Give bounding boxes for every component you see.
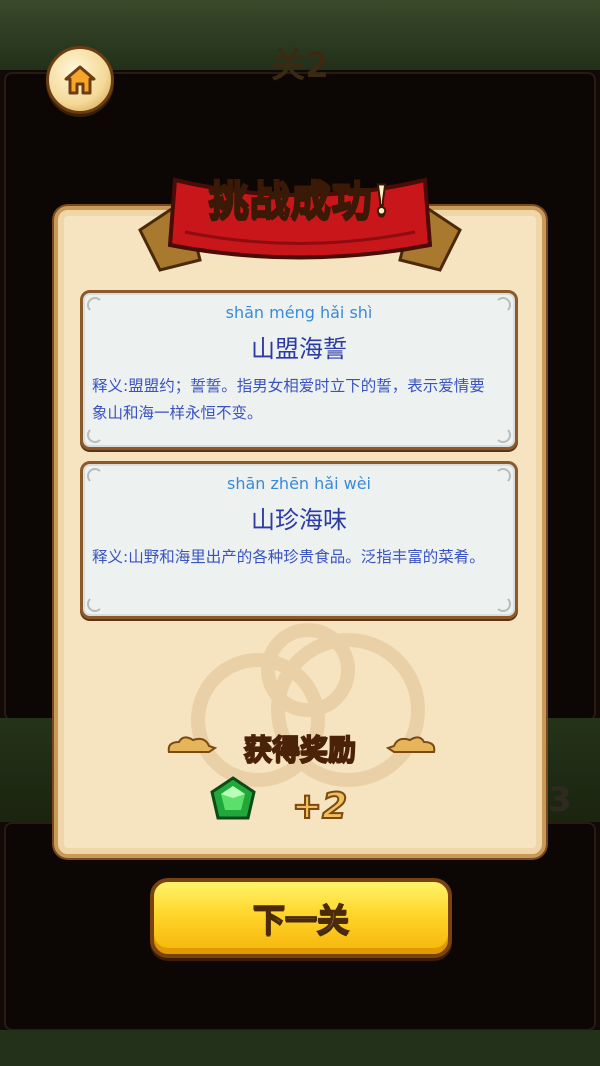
idiom-explanation: 释义:山野和海里出产的各种珍贵食品。泛指丰富的菜肴。	[92, 548, 485, 566]
reward-title: 获得奖励	[243, 732, 357, 767]
home-icon	[64, 65, 96, 95]
idiom-card: shān zhēn hǎi wèi 山珍海味 释义:山野和海里出产的各种珍贵食品…	[80, 461, 518, 619]
dialog-title: 挑战成功!	[208, 176, 392, 225]
next-level-button[interactable]: 下一关	[150, 878, 452, 958]
idiom-text: 山珍海味	[251, 506, 347, 534]
background-bottom-strip	[0, 1030, 600, 1066]
idiom-explanation: 释义:盟盟约；誓誓。指男女相爱时立下的誓，表示爱情要象山和海一样永恒不变。	[92, 377, 485, 422]
idiom-pinyin: shān zhēn hǎi wèi	[227, 474, 371, 493]
gem-icon	[210, 776, 256, 820]
background-side-number: 3	[548, 780, 572, 820]
cloud-right-icon	[386, 736, 436, 753]
idiom-card: shān méng hǎi shì 山盟海誓 释义:盟盟约；誓誓。指男女相爱时立…	[80, 290, 518, 450]
idiom-text: 山盟海誓	[251, 335, 347, 363]
reward-amount: +2	[291, 785, 348, 828]
next-level-label: 下一关	[252, 900, 350, 940]
home-button[interactable]	[46, 46, 114, 114]
idiom-pinyin: shān méng hǎi shì	[225, 303, 373, 322]
